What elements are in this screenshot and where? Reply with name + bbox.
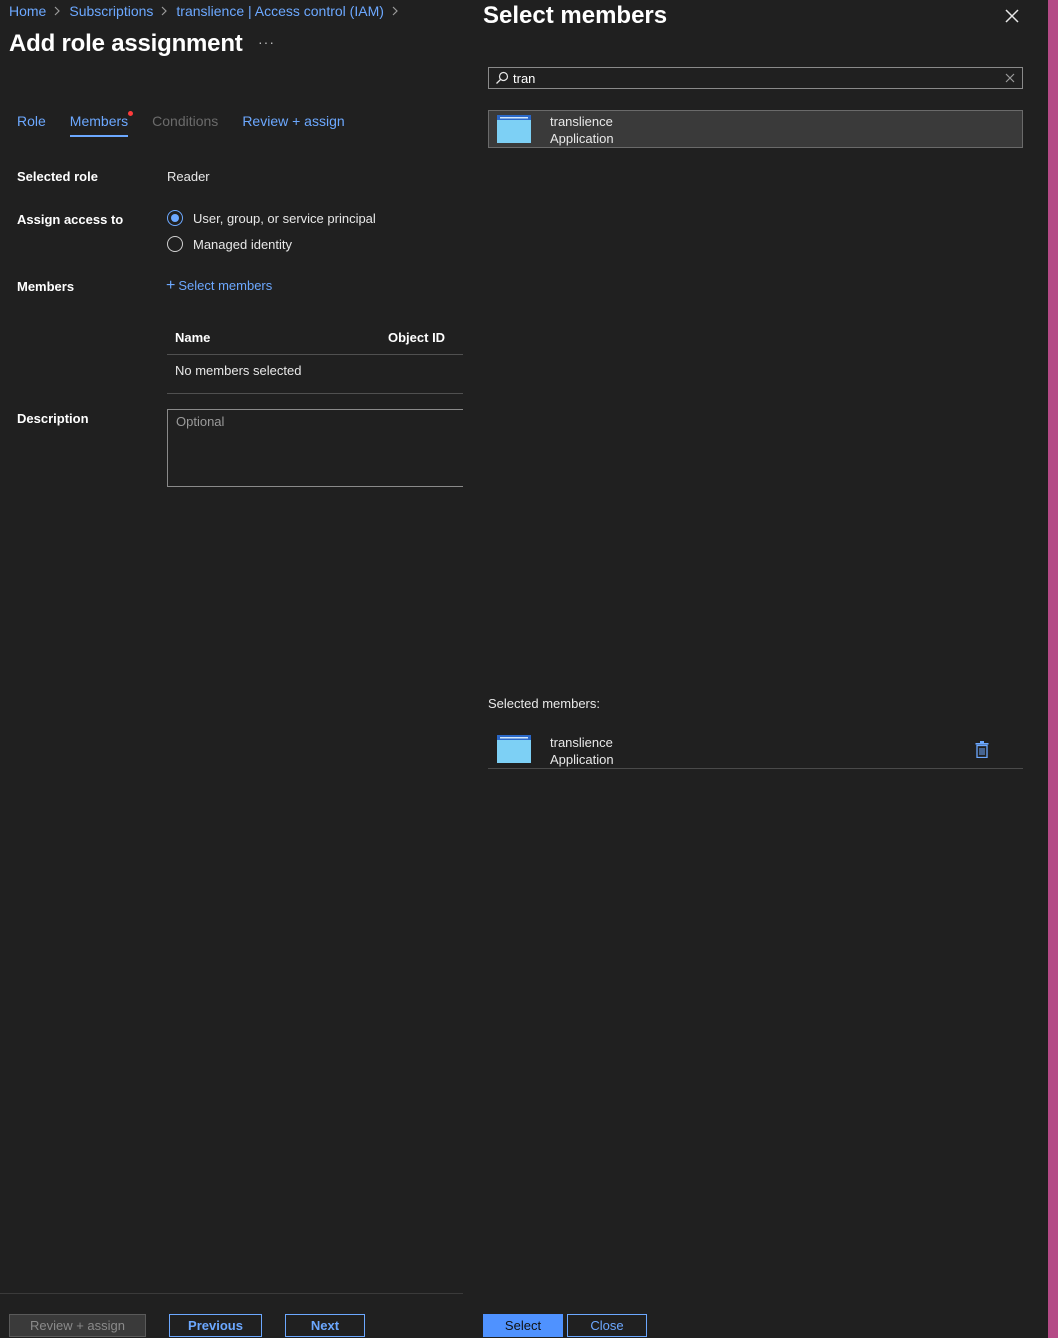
window-edge <box>1048 0 1058 1338</box>
radio-managed-identity[interactable]: Managed identity <box>167 236 292 252</box>
radio-managed-identity-label: Managed identity <box>193 236 293 252</box>
select-members-panel: Select members translience Application S… <box>463 0 1048 1338</box>
search-result-item[interactable]: translience Application <box>488 110 1023 148</box>
column-name-header[interactable]: Name <box>175 330 210 345</box>
clear-icon[interactable] <box>1005 73 1015 83</box>
tab-members-label: Members <box>69 113 129 129</box>
more-options-button[interactable]: ··· <box>258 34 275 50</box>
tab-conditions[interactable]: Conditions <box>152 113 218 137</box>
select-members-link-label: Select members <box>178 278 273 293</box>
radio-selected-icon <box>167 210 183 226</box>
column-object-id-header[interactable]: Object ID <box>388 330 445 345</box>
chevron-right-icon <box>392 6 399 16</box>
assign-access-label: Assign access to <box>17 212 124 227</box>
close-button[interactable]: Close <box>567 1314 647 1337</box>
radio-user-group-sp[interactable]: User, group, or service principal <box>167 210 376 226</box>
tab-role[interactable]: Role <box>17 113 46 137</box>
trash-icon[interactable] <box>975 741 989 758</box>
search-box[interactable] <box>488 67 1023 89</box>
wizard-tabs: Role Members Conditions Review + assign <box>17 111 369 137</box>
selected-member-item: translience Application <box>488 730 1023 769</box>
selected-members-label: Selected members: <box>488 696 600 711</box>
empty-table-message: No members selected <box>175 363 302 378</box>
previous-button[interactable]: Previous <box>169 1314 262 1337</box>
tab-review-assign[interactable]: Review + assign <box>242 113 344 137</box>
description-placeholder: Optional <box>176 414 225 429</box>
role-assignment-blade: Home Subscriptions translience | Access … <box>0 0 463 1338</box>
select-button[interactable]: Select <box>483 1314 563 1337</box>
review-assign-button[interactable]: Review + assign <box>9 1314 146 1337</box>
app-registration-icon <box>497 735 531 763</box>
breadcrumb-subscriptions[interactable]: Subscriptions <box>69 3 153 19</box>
breadcrumb-home[interactable]: Home <box>9 3 46 19</box>
footer-divider <box>0 1293 463 1294</box>
selected-role-value: Reader <box>167 169 210 184</box>
plus-icon: + <box>166 277 176 294</box>
radio-unselected-icon <box>167 236 183 252</box>
result-name: translience <box>550 114 613 129</box>
app-registration-icon <box>497 115 531 143</box>
members-table: Name Object ID No members selected <box>167 320 463 394</box>
search-input[interactable] <box>513 70 1005 86</box>
panel-title: Select members <box>483 2 668 29</box>
selected-member-name: translience <box>550 735 613 750</box>
required-dot-icon <box>128 111 134 116</box>
result-type: Application <box>550 131 614 146</box>
table-row: No members selected <box>167 355 463 394</box>
chevron-right-icon <box>54 6 61 16</box>
selected-role-label: Selected role <box>17 169 98 184</box>
chevron-right-icon <box>161 6 168 16</box>
page-title: Add role assignment <box>9 30 243 57</box>
breadcrumb: Home Subscriptions translience | Access … <box>9 2 407 20</box>
tab-members[interactable]: Members <box>69 111 134 137</box>
description-label: Description <box>17 411 89 426</box>
close-icon[interactable] <box>1003 7 1021 25</box>
search-icon <box>496 71 509 84</box>
radio-user-group-sp-label: User, group, or service principal <box>193 210 376 226</box>
description-textarea[interactable]: Optional <box>167 409 463 487</box>
members-table-header: Name Object ID <box>167 320 463 355</box>
breadcrumb-iam[interactable]: translience | Access control (IAM) <box>176 3 383 19</box>
members-label: Members <box>17 279 75 294</box>
select-members-link[interactable]: + Select members <box>166 277 273 294</box>
next-button[interactable]: Next <box>285 1314 365 1337</box>
selected-member-type: Application <box>550 752 614 767</box>
